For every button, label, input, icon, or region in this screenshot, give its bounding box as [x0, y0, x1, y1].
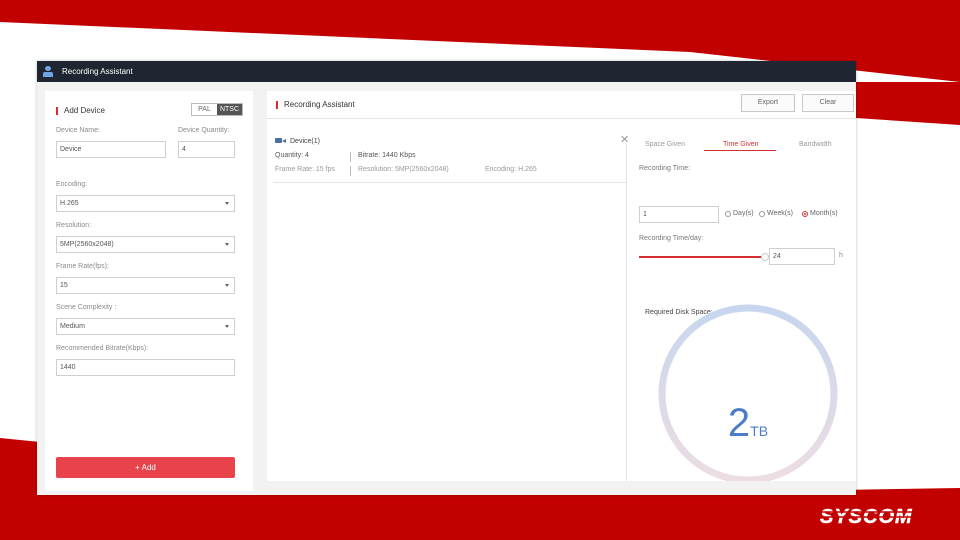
gauge-ring: [658, 304, 838, 481]
active-tab-indicator: [704, 150, 776, 151]
recording-time-day-input[interactable]: 24: [769, 248, 835, 265]
disk-space-number: 2: [727, 401, 751, 445]
tab-bandwidth[interactable]: Bandwidth: [799, 141, 832, 148]
red-band-right: [856, 82, 960, 125]
encoding-select[interactable]: H.265: [56, 195, 235, 212]
unit-weeks-radio[interactable]: Week(s): [759, 210, 793, 217]
frame-rate-label: Frame Rate(fps):: [56, 263, 109, 270]
resolution-select[interactable]: 5MP(2560x2048): [56, 236, 235, 253]
device-name-label: Device Name:: [56, 127, 100, 134]
frame-rate-value: 15: [60, 282, 68, 289]
device-quantity-input[interactable]: 4: [178, 141, 235, 158]
device-card-quantity: Quantity: 4: [275, 152, 309, 159]
slider-handle[interactable]: [761, 253, 769, 261]
radio-selected-icon: [802, 210, 808, 217]
close-icon[interactable]: ✕: [620, 135, 629, 146]
window-titlebar: Recording Assistant: [37, 61, 856, 82]
device-card: Device(1) Quantity: 4 Bitrate: 1440 Kbps…: [275, 133, 617, 181]
device-card-separator: [350, 166, 351, 176]
chevron-down-icon: [225, 202, 229, 205]
user-icon: [43, 66, 53, 77]
scene-complexity-value: Medium: [60, 323, 85, 330]
scene-complexity-label: Scene Complexity :: [56, 304, 117, 311]
frame-rate-select[interactable]: 15: [56, 277, 235, 294]
device-card-encoding: Encoding: H.265: [485, 166, 537, 173]
video-standard-toggle: PAL NTSC: [191, 103, 243, 116]
radio-icon: [725, 210, 731, 217]
recording-time-label: Recording Time:: [639, 165, 690, 172]
tab-time-given[interactable]: Time Given: [723, 141, 759, 148]
export-button[interactable]: Export: [741, 94, 795, 112]
encoding-value: H.265: [60, 200, 79, 207]
ntsc-option[interactable]: NTSC: [217, 104, 242, 115]
panel-divider: [626, 143, 627, 481]
radio-icon: [759, 210, 765, 217]
device-card-name: Device(1): [290, 138, 320, 145]
pal-option[interactable]: PAL: [192, 104, 217, 115]
tab-space-given[interactable]: Space Given: [645, 141, 685, 148]
chevron-down-icon: [225, 284, 229, 287]
device-name-input[interactable]: Device: [56, 141, 166, 158]
chevron-down-icon: [225, 325, 229, 328]
device-card-bitrate: Bitrate: 1440 Kbps: [358, 152, 416, 159]
disk-space-unit: TB: [750, 423, 769, 439]
scene-complexity-select[interactable]: Medium: [56, 318, 235, 335]
recording-time-day-slider[interactable]: [639, 253, 769, 261]
add-device-title: Add Device: [56, 106, 105, 115]
syscom-logo: SYSCOM: [818, 506, 943, 527]
recording-time-day-label: Recording Time/day:: [639, 235, 704, 242]
header-divider: [267, 118, 856, 119]
device-card-resolution: Resolution: 5MP(2560x2048): [358, 166, 449, 173]
slider-fill: [639, 256, 765, 258]
unit-months-radio[interactable]: Month(s): [802, 210, 838, 217]
bitrate-input[interactable]: 1440: [56, 359, 235, 376]
hours-unit-label: h: [839, 252, 843, 259]
disk-space-gauge: 2TB: [653, 299, 843, 481]
resolution-value: 5MP(2560x2048): [60, 241, 114, 248]
window-title: Recording Assistant: [62, 67, 133, 76]
unit-days-radio[interactable]: Day(s): [725, 210, 754, 217]
recording-assistant-window: Recording Assistant Add Device PAL NTSC …: [37, 61, 856, 495]
device-quantity-label: Device Quantity:: [178, 127, 230, 134]
clear-button[interactable]: Clear: [802, 94, 854, 112]
camera-icon: [275, 137, 286, 144]
encoding-label: Encoding:: [56, 181, 88, 188]
add-device-panel: Add Device PAL NTSC Device Name: Device …: [45, 91, 253, 491]
add-device-button[interactable]: + Add: [56, 457, 235, 478]
bitrate-label: Recommended Bitrate(Kbps):: [56, 345, 149, 352]
device-card-frame-rate: Frame Rate: 15 fps: [275, 166, 335, 173]
chevron-down-icon: [225, 243, 229, 246]
recording-assistant-title: Recording Assistant: [276, 100, 355, 109]
recording-assistant-panel: Recording Assistant Export Clear Device(…: [267, 91, 856, 481]
resolution-label: Resolution:: [56, 222, 92, 229]
recording-time-input[interactable]: 1: [639, 206, 719, 223]
device-card-divider: [273, 182, 627, 183]
device-card-separator: [350, 152, 351, 162]
disk-space-value: 2TB: [653, 401, 843, 446]
